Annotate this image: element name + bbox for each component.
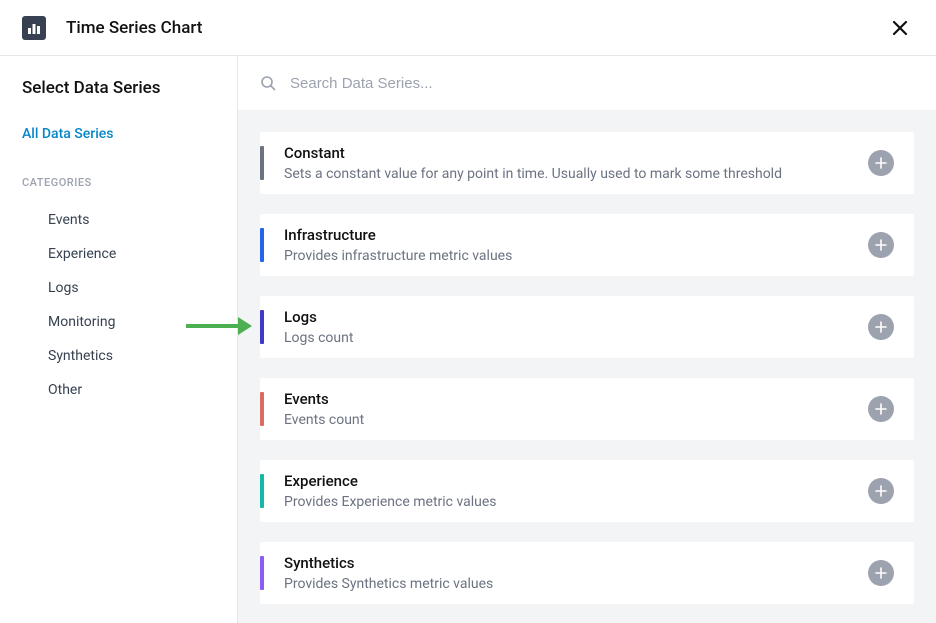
category-item-monitoring[interactable]: Monitoring xyxy=(22,305,215,339)
card-title: Logs xyxy=(284,308,868,326)
plus-icon xyxy=(875,485,887,497)
card-content: Infrastructure Provides infrastructure m… xyxy=(284,226,868,264)
plus-icon xyxy=(875,403,887,415)
card-desc: Sets a constant value for any point in t… xyxy=(284,166,868,182)
data-series-list: Constant Sets a constant value for any p… xyxy=(238,110,936,623)
card-content: Experience Provides Experience metric va… xyxy=(284,472,868,510)
card-desc: Logs count xyxy=(284,330,868,346)
header-left: Time Series Chart xyxy=(22,16,202,40)
card-stripe xyxy=(260,474,264,508)
search-input[interactable] xyxy=(290,75,914,92)
plus-icon xyxy=(875,321,887,333)
series-card-events[interactable]: Events Events count xyxy=(260,378,914,440)
sidebar-title: Select Data Series xyxy=(22,78,215,98)
add-button[interactable] xyxy=(868,150,894,176)
category-list: Events Experience Logs Monitoring Synthe… xyxy=(22,203,215,407)
page-title: Time Series Chart xyxy=(66,18,202,38)
series-card-synthetics[interactable]: Synthetics Provides Synthetics metric va… xyxy=(260,542,914,604)
card-title: Events xyxy=(284,390,868,408)
search-bar xyxy=(238,56,936,110)
add-button[interactable] xyxy=(868,396,894,422)
card-desc: Provides Experience metric values xyxy=(284,494,868,510)
card-content: Synthetics Provides Synthetics metric va… xyxy=(284,554,868,592)
card-content: Events Events count xyxy=(284,390,868,428)
card-stripe xyxy=(260,310,264,344)
search-icon xyxy=(260,75,276,91)
card-stripe xyxy=(260,556,264,590)
close-button[interactable] xyxy=(886,14,914,42)
add-button[interactable] xyxy=(868,232,894,258)
add-button[interactable] xyxy=(868,478,894,504)
card-title: Synthetics xyxy=(284,554,868,572)
category-item-events[interactable]: Events xyxy=(22,203,215,237)
categories-heading: CATEGORIES xyxy=(22,176,215,189)
plus-icon xyxy=(875,239,887,251)
card-desc: Provides infrastructure metric values xyxy=(284,248,868,264)
card-title: Experience xyxy=(284,472,868,490)
card-desc: Provides Synthetics metric values xyxy=(284,576,868,592)
card-content: Logs Logs count xyxy=(284,308,868,346)
category-item-logs[interactable]: Logs xyxy=(22,271,215,305)
category-item-other[interactable]: Other xyxy=(22,373,215,407)
card-title: Constant xyxy=(284,144,868,162)
header: Time Series Chart xyxy=(0,0,936,56)
category-item-experience[interactable]: Experience xyxy=(22,237,215,271)
series-card-constant[interactable]: Constant Sets a constant value for any p… xyxy=(260,132,914,194)
card-desc: Events count xyxy=(284,412,868,428)
plus-icon xyxy=(875,157,887,169)
card-stripe xyxy=(260,228,264,262)
series-card-experience[interactable]: Experience Provides Experience metric va… xyxy=(260,460,914,522)
card-content: Constant Sets a constant value for any p… xyxy=(284,144,868,182)
sidebar: Select Data Series All Data Series CATEG… xyxy=(0,56,238,623)
card-stripe xyxy=(260,392,264,426)
card-stripe xyxy=(260,146,264,180)
card-title: Infrastructure xyxy=(284,226,868,244)
add-button[interactable] xyxy=(868,314,894,340)
series-card-logs[interactable]: Logs Logs count xyxy=(260,296,914,358)
series-card-infrastructure[interactable]: Infrastructure Provides infrastructure m… xyxy=(260,214,914,276)
all-data-series-link[interactable]: All Data Series xyxy=(22,126,215,142)
main-panel: Constant Sets a constant value for any p… xyxy=(238,56,936,623)
add-button[interactable] xyxy=(868,560,894,586)
chart-icon xyxy=(22,16,46,40)
category-item-synthetics[interactable]: Synthetics xyxy=(22,339,215,373)
body: Select Data Series All Data Series CATEG… xyxy=(0,56,936,623)
plus-icon xyxy=(875,567,887,579)
